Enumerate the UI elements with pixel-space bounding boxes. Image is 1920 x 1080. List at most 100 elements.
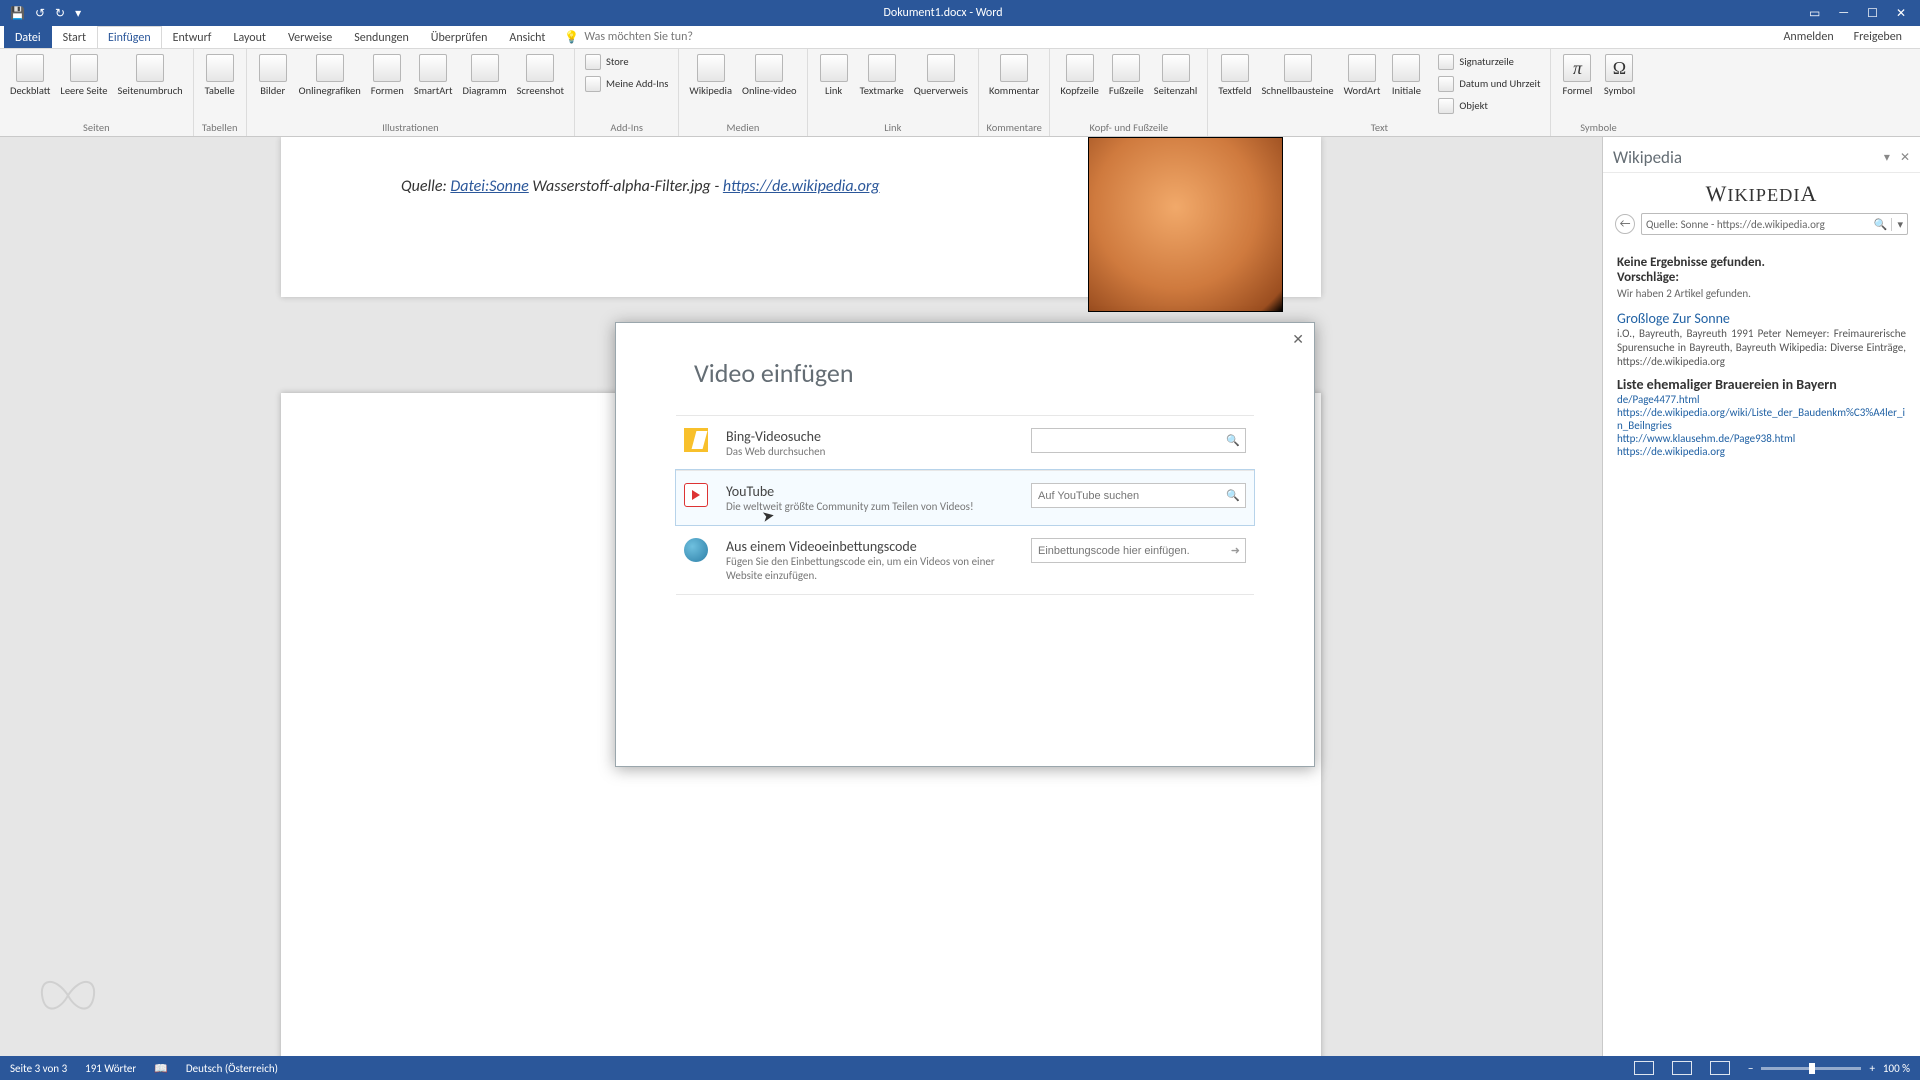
zoom-slider[interactable]: − + 100 % bbox=[1748, 1062, 1910, 1075]
result-1[interactable]: Großloge Zur Sonne i.O., Bayreuth, Bayre… bbox=[1617, 310, 1906, 368]
tabelle-button[interactable]: Tabelle bbox=[200, 52, 240, 98]
provider-embed[interactable]: Aus einem Videoeinbettungscode Fügen Sie… bbox=[676, 525, 1254, 594]
querverweis-label: Querverweis bbox=[914, 85, 968, 96]
bilder-button[interactable]: Bilder bbox=[253, 52, 293, 98]
result-2[interactable]: Liste ehemaliger Brauereien in Bayern de… bbox=[1617, 376, 1906, 458]
schnellbausteine-button[interactable]: Schnellbausteine bbox=[1257, 52, 1337, 98]
querverweis-button[interactable]: Querverweis bbox=[910, 52, 972, 98]
tab-ansicht[interactable]: Ansicht bbox=[498, 26, 556, 48]
objekt-button[interactable]: Objekt bbox=[1434, 96, 1544, 116]
embed-code-input[interactable] bbox=[1031, 538, 1246, 563]
zoom-out-icon[interactable]: − bbox=[1748, 1062, 1753, 1075]
smartart-label: SmartArt bbox=[414, 85, 453, 96]
youtube-search-input[interactable] bbox=[1031, 483, 1246, 508]
initiale-button[interactable]: Initiale bbox=[1386, 52, 1426, 98]
close-icon[interactable]: ✕ bbox=[1896, 6, 1906, 21]
status-page[interactable]: Seite 3 von 3 bbox=[10, 1062, 67, 1075]
textfeld-button[interactable]: Textfeld bbox=[1214, 52, 1255, 98]
signaturzeile-button[interactable]: Signaturzeile bbox=[1434, 52, 1544, 72]
freigeben-button[interactable]: Freigeben bbox=[1854, 30, 1902, 44]
caption-rest: Wasserstoff-alpha-Filter.jpg - bbox=[529, 177, 723, 196]
formen-button[interactable]: Formen bbox=[367, 52, 408, 98]
undo-icon[interactable]: ↺ bbox=[35, 6, 45, 21]
view-print-icon[interactable] bbox=[1672, 1061, 1692, 1075]
caption-url-link[interactable]: https://de.wikipedia.org bbox=[723, 177, 880, 196]
leere-seite-button[interactable]: Leere Seite bbox=[56, 52, 111, 98]
group-illustrationen: Bilder Onlinegrafiken Formen SmartArt Di… bbox=[247, 49, 575, 136]
store-button[interactable]: Store bbox=[581, 52, 672, 72]
wordart-button[interactable]: WordArt bbox=[1340, 52, 1385, 98]
zoom-value[interactable]: 100 % bbox=[1883, 1062, 1910, 1075]
result-2-link-3[interactable]: http://www.klausehm.de/Page938.html bbox=[1617, 432, 1906, 445]
status-language[interactable]: Deutsch (Österreich) bbox=[186, 1062, 278, 1075]
provider-bing[interactable]: Bing-Videosuche Das Web durchsuchen 🔍 bbox=[676, 415, 1254, 470]
deckblatt-button[interactable]: Deckblatt bbox=[6, 52, 54, 98]
minimize-icon[interactable]: — bbox=[1838, 6, 1849, 21]
textmarke-button[interactable]: Textmarke bbox=[856, 52, 908, 98]
search-dropdown-icon[interactable]: ▾ bbox=[1891, 218, 1903, 231]
search-icon[interactable]: 🔍 bbox=[1226, 489, 1240, 502]
tab-verweise[interactable]: Verweise bbox=[277, 26, 343, 48]
proofing-icon[interactable]: 📖 bbox=[154, 1062, 168, 1075]
lightbulb-icon: 💡 bbox=[564, 30, 579, 45]
object-icon bbox=[1438, 98, 1454, 114]
view-web-icon[interactable] bbox=[1710, 1061, 1730, 1075]
save-icon[interactable]: 💾 bbox=[10, 6, 25, 21]
link-button[interactable]: Link bbox=[814, 52, 854, 98]
tab-datei[interactable]: Datei bbox=[4, 26, 52, 48]
symbol-button[interactable]: ΩSymbol bbox=[1599, 52, 1639, 98]
seitenumbruch-button[interactable]: Seitenumbruch bbox=[114, 52, 187, 98]
maximize-icon[interactable]: ☐ bbox=[1867, 6, 1878, 21]
submit-icon[interactable]: ➜ bbox=[1231, 544, 1240, 557]
qat-more-icon[interactable]: ▾ bbox=[75, 6, 81, 21]
smartart-button[interactable]: SmartArt bbox=[410, 52, 457, 98]
pane-menu-icon[interactable]: ▾ bbox=[1884, 150, 1890, 165]
pane-close-icon[interactable]: ✕ bbox=[1900, 150, 1910, 165]
zoom-thumb[interactable] bbox=[1809, 1063, 1815, 1074]
status-words[interactable]: 191 Wörter bbox=[85, 1062, 136, 1075]
redo-icon[interactable]: ↻ bbox=[55, 6, 65, 21]
quick-access-toolbar: 💾 ↺ ↻ ▾ bbox=[0, 6, 91, 21]
anmelden-link[interactable]: Anmelden bbox=[1783, 30, 1833, 44]
meine-addins-button[interactable]: Meine Add-Ins bbox=[581, 74, 672, 94]
blank-page-icon bbox=[70, 54, 98, 82]
tab-start[interactable]: Start bbox=[52, 26, 97, 48]
result-2-link-2[interactable]: https://de.wikipedia.org/wiki/Liste_der_… bbox=[1617, 406, 1906, 432]
bookmark-icon bbox=[868, 54, 896, 82]
tab-entwurf[interactable]: Entwurf bbox=[162, 26, 223, 48]
provider-youtube[interactable]: YouTube Die weltweit größte Community zu… bbox=[676, 470, 1254, 525]
header-icon bbox=[1066, 54, 1094, 82]
tab-sendungen[interactable]: Sendungen bbox=[343, 26, 420, 48]
search-icon[interactable]: 🔍 bbox=[1226, 434, 1240, 447]
caption-file-link[interactable]: Datei:Sonne bbox=[450, 177, 528, 196]
kommentar-button[interactable]: Kommentar bbox=[985, 52, 1043, 98]
kopfzeile-button[interactable]: Kopfzeile bbox=[1056, 52, 1103, 98]
tell-me-search[interactable]: 💡 Was möchten Sie tun? bbox=[564, 26, 693, 48]
datum-button[interactable]: Datum und Uhrzeit bbox=[1434, 74, 1544, 94]
ribbon-collapse-icon[interactable]: ▭ bbox=[1809, 6, 1820, 21]
wiki-back-button[interactable]: ← bbox=[1615, 214, 1635, 234]
view-read-icon[interactable] bbox=[1634, 1061, 1654, 1075]
result-2-link-4[interactable]: https://de.wikipedia.org bbox=[1617, 445, 1906, 458]
titlebar: 💾 ↺ ↻ ▾ Dokument1.docx - Word ▭ — ☐ ✕ bbox=[0, 0, 1920, 26]
fusszeile-button[interactable]: Fußzeile bbox=[1105, 52, 1148, 98]
tab-layout[interactable]: Layout bbox=[222, 26, 277, 48]
screenshot-button[interactable]: Screenshot bbox=[513, 52, 568, 98]
tab-ueberpruefen[interactable]: Überprüfen bbox=[420, 26, 499, 48]
seitenzahl-button[interactable]: Seitenzahl bbox=[1150, 52, 1202, 98]
diagramm-button[interactable]: Diagramm bbox=[459, 52, 511, 98]
onlinegrafiken-button[interactable]: Onlinegrafiken bbox=[295, 52, 365, 98]
wikipedia-button[interactable]: Wikipedia bbox=[685, 52, 736, 98]
formel-button[interactable]: πFormel bbox=[1557, 52, 1597, 98]
bing-search-input[interactable] bbox=[1031, 428, 1246, 453]
onlinevideo-button[interactable]: Online-video bbox=[738, 52, 801, 98]
result-2-link-1[interactable]: de/Page4477.html bbox=[1617, 393, 1906, 406]
tab-einfuegen[interactable]: Einfügen bbox=[97, 26, 162, 48]
dialog-close-icon[interactable]: ✕ bbox=[1292, 331, 1304, 348]
search-icon[interactable]: 🔍 bbox=[1874, 218, 1888, 231]
group-illustrationen-label: Illustrationen bbox=[253, 119, 568, 134]
zoom-in-icon[interactable]: + bbox=[1869, 1062, 1874, 1075]
zoom-track[interactable] bbox=[1761, 1067, 1861, 1070]
wiki-search-input[interactable]: Quelle: Sonne - https://de.wikipedia.org… bbox=[1641, 213, 1908, 235]
sun-image[interactable] bbox=[1088, 137, 1283, 312]
